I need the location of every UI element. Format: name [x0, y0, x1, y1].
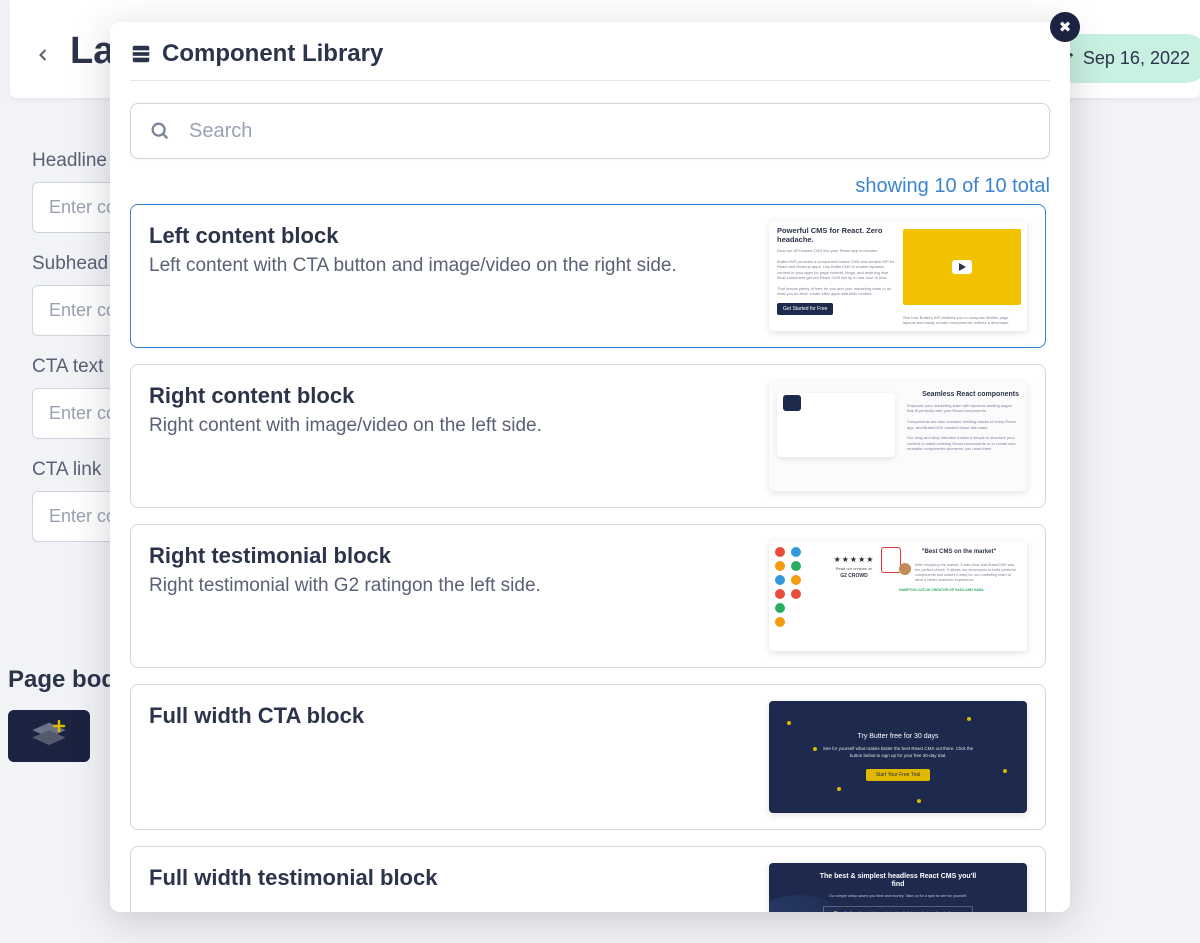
close-icon: ✖	[1059, 18, 1072, 36]
search-icon	[149, 120, 171, 142]
avatar-icon	[832, 911, 839, 912]
headline-input[interactable]: Enter co	[32, 182, 122, 233]
cta-link-input[interactable]: Enter co	[32, 491, 122, 542]
component-card[interactable]: Full width testimonial block The best & …	[130, 846, 1046, 912]
thumb-quote: It's the epitome of plug and play simpli…	[844, 911, 964, 912]
thumb-g2: G2 CROWD	[825, 573, 883, 579]
subhead-input[interactable]: Enter co	[32, 285, 122, 336]
result-count: showing 10 of 10 total	[130, 175, 1050, 198]
thumb-headline: Powerful CMS for React. Zero headache.	[777, 227, 897, 244]
component-desc: Right testimonial with G2 ratingon the l…	[149, 575, 753, 597]
thumb-button: Start Your Free Trial	[866, 769, 930, 781]
page-title: La	[70, 32, 114, 70]
date-text: Sep 16, 2022	[1083, 48, 1190, 69]
component-thumbnail: Try Butter free for 30 days See for your…	[769, 701, 1027, 813]
thumb-copy: Empower your marketing team with dynamic…	[907, 403, 1019, 452]
search-input[interactable]	[187, 119, 1031, 144]
component-title: Full width CTA block	[149, 703, 753, 729]
add-component-button[interactable]	[8, 710, 90, 762]
thumb-quote: "Best CMS on the market"	[899, 549, 1019, 555]
thumb-source: HAMPTON CATLIN CREATOR OF SASS AND HAML	[899, 588, 1019, 592]
chevron-left-icon	[33, 45, 53, 65]
thumb-reviews-label: Read our reviews on	[825, 566, 883, 571]
thumb-chip	[783, 395, 801, 411]
component-desc: Left content with CTA button and image/v…	[149, 255, 753, 277]
component-thumbnail: The best & simplest headless React CMS y…	[769, 863, 1027, 912]
thumb-headline: The best & simplest headless React CMS y…	[813, 873, 983, 890]
thumb-copy: Drop our API-based CMS into your React a…	[777, 248, 897, 297]
component-list[interactable]: Left content block Left content with CTA…	[130, 204, 1050, 912]
component-title: Left content block	[149, 223, 753, 249]
add-layers-icon	[29, 718, 69, 754]
stars-icon: ★★★★★	[825, 555, 883, 564]
component-thumbnail: Seamless React components Empower your m…	[769, 381, 1027, 491]
modal-header: Component Library	[130, 22, 1050, 81]
component-card[interactable]: Full width CTA block Try Butter free for…	[130, 684, 1046, 830]
close-button[interactable]: ✖	[1050, 12, 1080, 42]
play-icon	[952, 260, 972, 274]
component-title: Right testimonial block	[149, 543, 753, 569]
thumb-button: Get Started for Free	[777, 303, 833, 315]
search-field[interactable]	[130, 103, 1050, 159]
modal-title: Component Library	[162, 40, 383, 68]
component-title: Full width testimonial block	[149, 865, 753, 891]
component-card[interactable]: Right content block Right content with i…	[130, 364, 1046, 508]
cta-text-input[interactable]: Enter co	[32, 388, 122, 439]
g2-badge-icon	[881, 547, 901, 573]
avatar-icon	[899, 563, 911, 575]
thumb-testimonial-text: After shopping the market, it was clear …	[915, 563, 1019, 584]
thumb-sub: See for yourself what makes Butter the b…	[818, 746, 978, 758]
component-thumbnail: Powerful CMS for React. Zero headache. D…	[769, 221, 1027, 331]
thumb-media	[903, 229, 1021, 305]
component-card[interactable]: Right testimonial block Right testimonia…	[130, 524, 1046, 668]
back-button[interactable]	[26, 38, 60, 72]
library-icon	[130, 43, 152, 65]
thumb-caption: See how Butter's API enables you to comp…	[903, 315, 1019, 325]
component-card[interactable]: Left content block Left content with CTA…	[130, 204, 1046, 348]
thumb-headline: Try Butter free for 30 days	[857, 733, 938, 740]
component-title: Right content block	[149, 383, 753, 409]
thumb-sub: Our simple setup saves you time and mone…	[829, 894, 968, 898]
component-library-modal: ✖ Component Library showing 10 of 10 tot…	[110, 22, 1070, 912]
component-desc: Right content with image/video on the le…	[149, 415, 753, 437]
component-thumbnail: ★★★★★ Read our reviews on G2 CROWD "Best…	[769, 541, 1027, 651]
thumb-headline: Seamless React components	[907, 391, 1019, 398]
